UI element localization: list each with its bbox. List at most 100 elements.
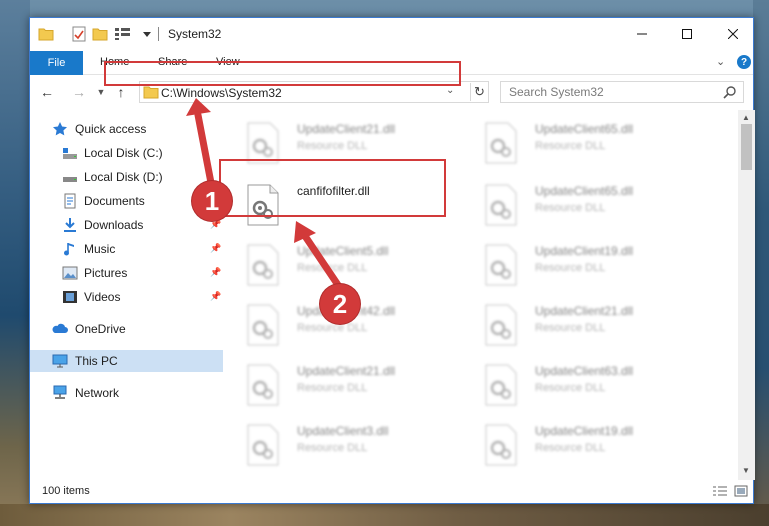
dll-file-icon [484, 244, 518, 286]
file-tile[interactable]: UpdateClient65.dll Resource DLL [462, 114, 692, 164]
help-icon[interactable]: ? [737, 55, 751, 69]
title-separator [158, 27, 159, 41]
search-box[interactable] [500, 81, 744, 103]
nav-item-quick-access[interactable]: Quick access [30, 118, 223, 140]
file-name: UpdateClient65.dll [535, 184, 634, 198]
close-button[interactable] [710, 18, 756, 50]
nav-item-label: Videos [84, 290, 121, 304]
pin-icon[interactable]: 📌 [210, 291, 221, 302]
large-icons-view-icon[interactable] [734, 485, 748, 500]
folder-icon [143, 85, 159, 102]
view-options-icon[interactable] [114, 24, 132, 44]
new-folder-icon[interactable] [92, 24, 108, 44]
nav-item-onedrive[interactable]: OneDrive [30, 318, 223, 340]
drive-icon [62, 169, 78, 185]
nav-item-this-pc[interactable]: This PC [30, 350, 223, 372]
nav-item-label: Local Disk (C:) [84, 146, 163, 160]
refresh-icon[interactable]: ↻ [470, 83, 488, 101]
file-tile[interactable]: UpdateClient65.dll Resource DLL [462, 176, 692, 226]
file-type: Resource DLL [535, 140, 606, 152]
nav-item-label: OneDrive [75, 322, 126, 336]
search-input[interactable] [509, 85, 709, 99]
nav-item-local-disk-d[interactable]: Local Disk (D:) [30, 166, 223, 188]
videos-icon [62, 289, 78, 305]
folder-icon [38, 24, 54, 44]
file-type: Resource DLL [297, 322, 368, 334]
maximize-button[interactable] [664, 18, 710, 50]
file-name: UpdateClient65.dll [535, 122, 634, 136]
nav-item-downloads[interactable]: Downloads 📌 [30, 214, 223, 236]
details-view-icon[interactable] [712, 485, 728, 500]
quick-access-dropdown-icon[interactable] [142, 24, 152, 44]
dll-file-icon [246, 424, 280, 466]
cloud-icon [52, 321, 68, 337]
title-bar: System32 [30, 18, 753, 50]
dll-file-icon [246, 364, 280, 406]
nav-item-label: Local Disk (D:) [84, 170, 163, 184]
scroll-down-icon[interactable]: ▼ [742, 466, 750, 475]
tab-file[interactable]: File [30, 51, 83, 75]
dll-file-icon [246, 244, 280, 286]
pin-icon[interactable]: 📌 [210, 267, 221, 278]
nav-item-label: Downloads [84, 218, 144, 232]
nav-item-music[interactable]: Music 📌 [30, 238, 223, 260]
file-name: UpdateClient19.dll [535, 244, 634, 258]
desktop-wallpaper-bottom [0, 504, 769, 526]
window-title: System32 [168, 27, 222, 41]
file-name: UpdateClient63.dll [535, 364, 634, 378]
minimize-button[interactable] [619, 18, 665, 50]
file-type: Resource DLL [535, 322, 606, 334]
nav-item-local-disk-c[interactable]: Local Disk (C:) [30, 142, 223, 164]
file-type: Resource DLL [535, 382, 606, 394]
file-name: UpdateClient21.dll [535, 304, 634, 318]
file-type: Resource DLL [535, 202, 606, 214]
properties-icon[interactable] [72, 24, 86, 44]
step-1-badge: 1 [192, 181, 232, 221]
desktop-wallpaper-right [753, 0, 769, 526]
file-tile[interactable]: UpdateClient63.dll Resource DLL [462, 356, 692, 406]
address-path[interactable]: C:\Windows\System32 [161, 86, 282, 100]
nav-item-label: Pictures [84, 266, 128, 280]
vertical-scrollbar[interactable]: ▲ ▼ [738, 110, 755, 480]
search-icon[interactable] [723, 85, 737, 102]
file-name: UpdateClient21.dll [297, 122, 396, 136]
address-bar-highlight [104, 61, 461, 86]
nav-item-label: Network [75, 386, 120, 400]
forward-button[interactable]: → [70, 82, 88, 102]
file-name: UpdateClient5.dll [297, 244, 389, 258]
file-highlight [219, 159, 446, 217]
nav-item-label: Quick access [75, 122, 147, 136]
nav-item-label: Music [84, 242, 116, 256]
expand-ribbon-icon[interactable]: ⌄ [716, 55, 725, 68]
dll-file-icon [484, 184, 518, 226]
pictures-icon [62, 265, 78, 281]
dll-file-icon [484, 424, 518, 466]
nav-item-network[interactable]: Network [30, 382, 223, 404]
back-button[interactable]: ← [38, 82, 56, 102]
pin-icon[interactable]: 📌 [210, 243, 221, 254]
desktop-wallpaper-left [0, 0, 30, 526]
music-icon [62, 241, 78, 257]
drive-icon [62, 145, 78, 161]
file-tile[interactable]: UpdateClient19.dll Resource DLL [462, 236, 692, 286]
file-explorer-window: System32 File Home Share View ⌄ ? ← → ▼ … [29, 17, 755, 504]
file-tile[interactable]: UpdateClient21.dll Resource DLL [462, 296, 692, 346]
download-icon [62, 217, 78, 233]
file-type: Resource DLL [297, 262, 368, 274]
scroll-up-icon[interactable]: ▲ [742, 113, 750, 122]
nav-item-pictures[interactable]: Pictures 📌 [30, 262, 223, 284]
navigation-pane: Quick access Local Disk (C:) Local Disk … [30, 110, 223, 480]
scroll-thumb[interactable] [741, 124, 752, 170]
dll-file-icon [484, 304, 518, 346]
dll-file-icon [246, 122, 280, 164]
address-dropdown-icon[interactable]: ⌄ [446, 85, 454, 96]
file-tile[interactable]: UpdateClient19.dll Resource DLL [462, 416, 692, 466]
file-tile[interactable]: UpdateClient21.dll Resource DLL [224, 356, 454, 406]
file-tile[interactable]: UpdateClient21.dll Resource DLL [224, 114, 454, 164]
star-icon [52, 121, 68, 137]
file-name: UpdateClient19.dll [535, 424, 634, 438]
file-type: Resource DLL [297, 442, 368, 454]
nav-item-videos[interactable]: Videos 📌 [30, 286, 223, 308]
file-tile[interactable]: UpdateClient3.dll Resource DLL [224, 416, 454, 466]
file-tile[interactable]: UpdateClient5.dll Resource DLL [224, 236, 454, 286]
